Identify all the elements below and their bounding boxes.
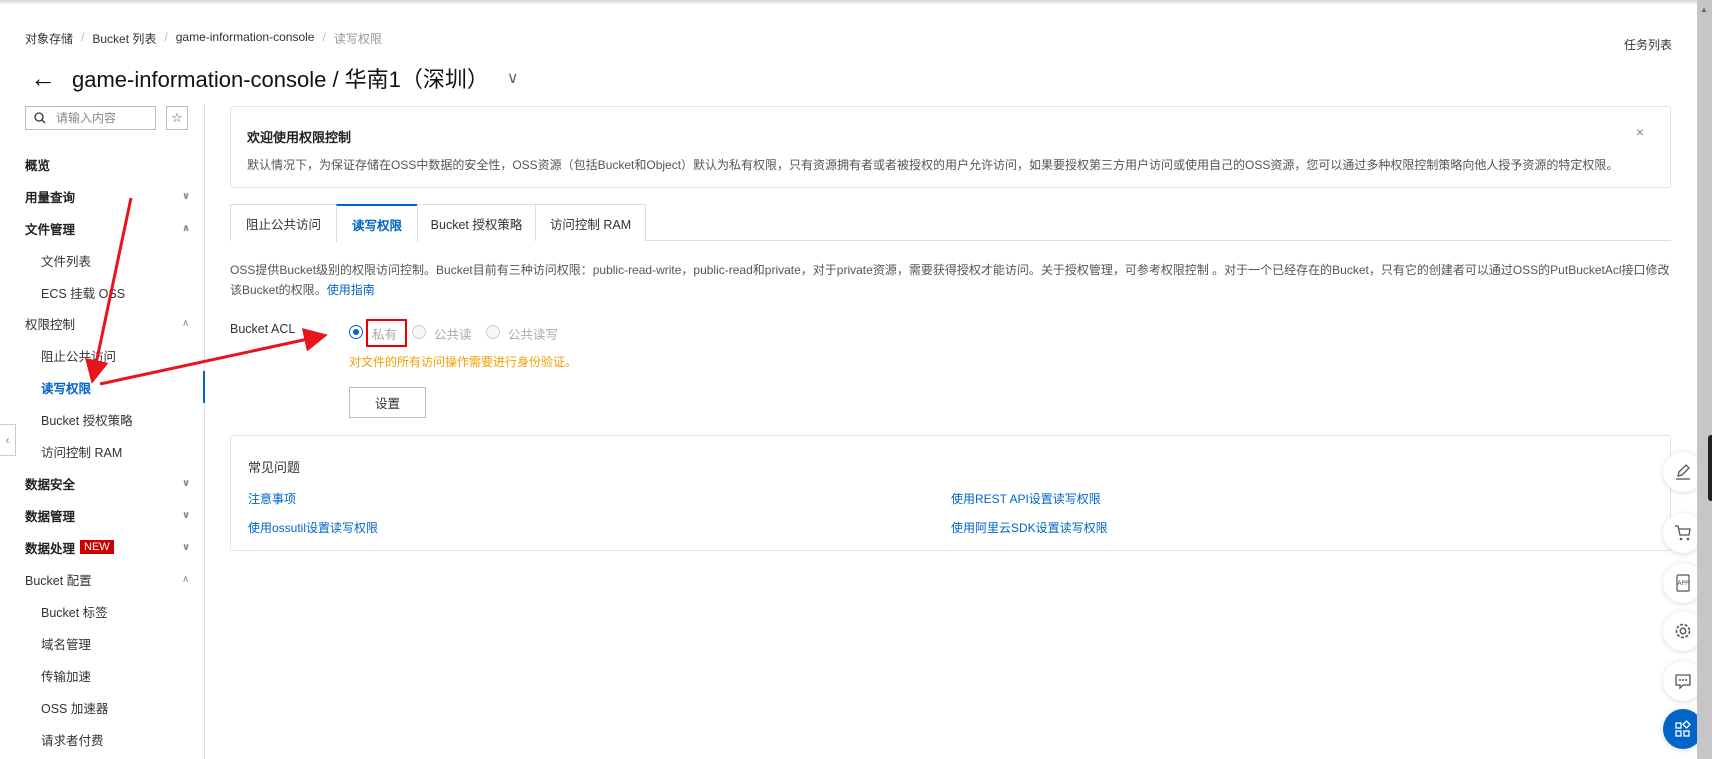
guide-link[interactable]: 使用指南 [327,283,375,297]
faq-panel: 常见问题 注意事项 使用REST API设置读写权限 使用ossutil设置读写… [230,435,1671,551]
tab-read-write-acl[interactable]: 读写权限 [336,204,418,242]
sidebar-item-label: 概览 [25,158,51,173]
sidebar-item[interactable]: Bucket 配置 ∧ [0,563,204,595]
top-shadow [0,0,1697,5]
chevron-up-icon[interactable]: ∧ [182,318,189,329]
tab-bar: 阻止公共访问 读写权限 Bucket 授权策略 访问控制 RAM [230,204,1671,242]
sidebar-item-label: 文件管理 [25,222,76,237]
sidebar-item-label: 读写权限 [41,381,92,396]
chevron-up-icon[interactable]: ∧ [182,574,189,585]
sidebar-item-label: ECS 挂载 OSS [41,286,126,301]
sidebar-item[interactable]: 权限控制 ∧ [0,307,204,339]
search-input[interactable] [56,111,136,125]
welcome-notice: 欢迎使用权限控制 默认情况下，为保证存储在OSS中数据的安全性，OSS资源（包括… [230,106,1671,188]
sidebar-item-label: 域名管理 [41,637,92,652]
sidebar-item-label: 文件列表 [41,254,92,269]
collapse-sidebar-button[interactable]: ‹ [0,424,16,456]
close-icon[interactable]: × [1636,124,1644,140]
sidebar-search[interactable] [25,106,156,130]
sidebar-item-label: Bucket 标签 [41,605,108,620]
sidebar-item[interactable]: 数据安全 ∨ [0,467,204,499]
sidebar-item[interactable]: 访问控制 RAM [0,435,204,467]
radio-label[interactable]: 公共读写 [508,324,558,343]
task-list-link[interactable]: 任务列表 [1624,36,1672,53]
faq-link[interactable]: 使用阿里云SDK设置读写权限 [951,519,1108,536]
faq-link[interactable]: 注意事项 [248,490,296,507]
sidebar-item[interactable]: 文件列表 [0,244,204,276]
breadcrumb-item[interactable]: 对象存储 [25,30,73,47]
svg-text:APP: APP [1677,580,1689,587]
sidebar-item[interactable]: 概览 [0,148,204,180]
sidebar-item-label: 数据管理 [25,509,76,524]
sidebar-item[interactable]: Bucket 授权策略 [0,403,204,435]
radio-public-read-write[interactable] [486,325,500,339]
chevron-down-icon[interactable]: ∨ [182,191,190,202]
sidebar-item[interactable]: 数据管理 ∨ [0,499,204,531]
acl-label: Bucket ACL [230,322,296,336]
welcome-text: 默认情况下，为保证存储在OSS中数据的安全性，OSS资源（包括Bucket和Ob… [247,158,1619,172]
sidebar-item-label: 阻止公共访问 [41,349,117,364]
sidebar-item[interactable]: Bucket 标签 [0,595,204,627]
acl-description: OSS提供Bucket级别的权限访问控制。Bucket目前有三种访问权限：pub… [230,260,1671,300]
chevron-down-icon[interactable]: ∨ [182,542,190,553]
sidebar-item[interactable]: 读写权限 [0,371,204,403]
faq-title: 常见问题 [248,460,301,475]
breadcrumb: 对象存储 / Bucket 列表 / game-information-consol… [25,30,382,47]
sidebar-item-label: 数据处理 [25,541,76,556]
sidebar-item[interactable]: 传输加速 [0,659,204,691]
sidebar-item[interactable]: OSS 加速器 [0,691,204,723]
sidebar-item-label: 请求者付费 [41,733,104,748]
sidebar-item[interactable]: ECS 挂载 OSS [0,276,204,308]
back-arrow-icon[interactable]: ← [30,63,72,94]
tab-bucket-policy[interactable]: Bucket 授权策略 [417,204,536,241]
chevron-down-icon[interactable]: ∨ [182,478,190,489]
side-handle[interactable] [1708,435,1712,501]
sidebar-item[interactable]: 文件管理 ∧ [0,212,204,244]
annotation-highlight-box [366,319,407,347]
breadcrumb-current: 读写权限 [333,32,382,46]
sidebar-item-label: Bucket 授权策略 [41,413,133,428]
breadcrumb-item[interactable]: Bucket 列表 [92,30,156,47]
sidebar-item-label: Bucket 配置 [25,573,92,588]
sidebar-item-label: 权限控制 [25,317,76,332]
page-title-row: ← game-information-console / 华南1（深圳） ∨ [30,62,519,94]
sidebar-item-label: 用量查询 [25,190,76,205]
radio-label[interactable]: 公共读 [434,324,472,343]
faq-link[interactable]: 使用ossutil设置读写权限 [248,519,378,536]
sidebar-item-label: 数据安全 [25,477,76,492]
page-title: game-information-console / 华南1（深圳） [72,67,489,92]
sidebar-divider [204,104,205,759]
sidebar-item-label: 访问控制 RAM [41,445,123,460]
faq-link[interactable]: 使用REST API设置读写权限 [951,490,1101,507]
acl-hint: 对文件的所有访问操作需要进行身份验证。 [349,355,578,369]
chevron-down-icon[interactable]: ∨ [182,510,190,521]
sidebar-item[interactable]: 阻止公共访问 [0,339,204,371]
sidebar-item[interactable]: 数据处理 NEW ∨ [0,531,204,563]
description-text: OSS提供Bucket级别的权限访问控制。Bucket目前有三种访问权限：pub… [230,263,1670,297]
search-icon [34,112,46,124]
sidebar-item-label: OSS 加速器 [41,701,109,716]
welcome-title: 欢迎使用权限控制 [247,130,352,145]
breadcrumb-item[interactable]: game-information-console [176,30,315,47]
sidebar-item[interactable]: 请求者付费 [0,723,204,755]
tab-block-public-access[interactable]: 阻止公共访问 [230,204,337,241]
set-acl-button[interactable]: 设置 [349,387,426,418]
scrollbar[interactable]: ▲ [1697,0,1712,759]
sidebar-item-label: 传输加速 [41,669,92,684]
chevron-down-icon[interactable]: ∨ [507,68,519,88]
sidebar-item[interactable]: 域名管理 [0,627,204,659]
tab-ram[interactable]: 访问控制 RAM [535,204,646,241]
sidebar-item[interactable]: 用量查询 ∨ [0,180,204,212]
new-badge: NEW [80,540,114,554]
favorite-star-icon[interactable]: ☆ [166,106,188,130]
scroll-up-arrow-icon[interactable]: ▲ [1700,5,1708,14]
radio-private[interactable] [349,325,363,339]
chevron-up-icon[interactable]: ∧ [182,223,190,234]
radio-public-read[interactable] [412,325,426,339]
